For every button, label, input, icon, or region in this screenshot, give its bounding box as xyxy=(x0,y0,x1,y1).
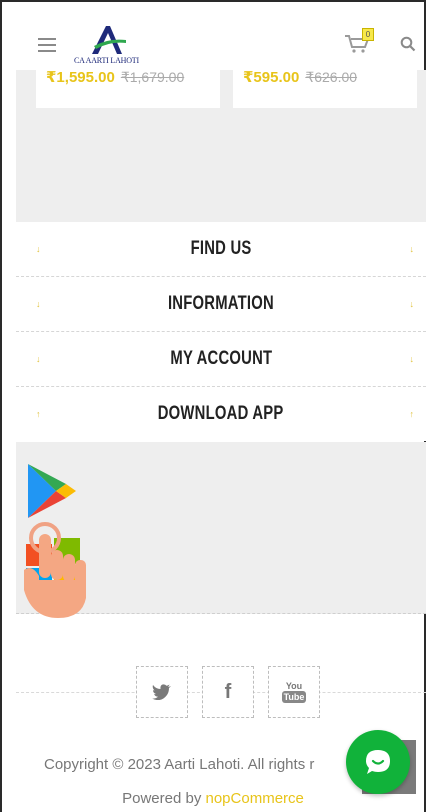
product-price: ₹595.00 ₹626.00 xyxy=(243,68,357,86)
brand-name: CA AARTI LAHOTI xyxy=(74,56,139,65)
product-card[interactable]: ₹595.00 ₹626.00 xyxy=(233,68,417,108)
youtube-icon: You Tube xyxy=(281,681,307,703)
price-current: ₹595.00 xyxy=(243,69,300,86)
youtube-button[interactable]: You Tube xyxy=(268,666,320,718)
accordion-find-us[interactable]: ↓ FIND US ↓ xyxy=(16,222,426,277)
footer-accordion: ↓ FIND US ↓ ↓ INFORMATION ↓ ↓ MY ACCOUNT… xyxy=(16,222,426,441)
youtube-icon-top: You xyxy=(285,681,303,691)
google-play-icon[interactable] xyxy=(26,462,78,520)
top-header: CA AARTI LAHOTI 0 xyxy=(2,2,424,70)
arrow-down-icon: ↓ xyxy=(409,244,415,254)
tap-hand-icon xyxy=(24,522,86,618)
arrow-down-icon: ↓ xyxy=(36,354,41,364)
search-icon[interactable] xyxy=(400,36,416,52)
accordion-title: DOWNLOAD APP xyxy=(158,403,284,424)
accordion-download-app[interactable]: ↑ DOWNLOAD APP ↑ xyxy=(16,387,426,441)
accordion-title: FIND US xyxy=(190,238,252,259)
social-links: f You Tube xyxy=(136,666,320,718)
arrow-up-icon: ↑ xyxy=(36,409,41,419)
chat-bubble-icon xyxy=(366,750,390,774)
nopcommerce-link[interactable]: nopCommerce xyxy=(206,790,304,807)
accordion-information[interactable]: ↓ INFORMATION ↓ xyxy=(16,277,426,332)
powered-by-prefix: Powered by xyxy=(122,790,206,807)
brand-logo[interactable]: CA AARTI LAHOTI xyxy=(74,24,154,66)
accordion-title: MY ACCOUNT xyxy=(170,348,272,369)
arrow-down-icon: ↓ xyxy=(36,299,41,309)
facebook-button[interactable]: f xyxy=(202,666,254,718)
product-grid: ₹1,595.00 ₹1,679.00 ₹595.00 ₹626.00 xyxy=(16,68,426,222)
twitter-button[interactable] xyxy=(136,666,188,718)
facebook-icon: f xyxy=(224,680,232,703)
menu-icon[interactable] xyxy=(38,38,56,52)
product-price: ₹1,595.00 ₹1,679.00 xyxy=(46,68,184,86)
arrow-down-icon: ↓ xyxy=(409,354,415,364)
youtube-icon-bottom: Tube xyxy=(281,691,307,703)
product-card[interactable]: ₹1,595.00 ₹1,679.00 xyxy=(36,68,220,108)
arrow-down-icon: ↓ xyxy=(36,244,41,254)
arrow-down-icon: ↓ xyxy=(409,299,415,309)
arrow-up-icon: ↑ xyxy=(409,409,415,419)
price-current: ₹1,595.00 xyxy=(46,69,115,86)
twitter-icon xyxy=(152,684,171,700)
chat-button[interactable] xyxy=(346,730,410,794)
accordion-title: INFORMATION xyxy=(167,293,275,314)
cart-count-badge: 0 xyxy=(362,28,374,41)
price-old: ₹626.00 xyxy=(305,69,358,85)
logo-mark xyxy=(92,26,126,54)
accordion-my-account[interactable]: ↓ MY ACCOUNT ↓ xyxy=(16,332,426,387)
price-old: ₹1,679.00 xyxy=(120,69,185,85)
